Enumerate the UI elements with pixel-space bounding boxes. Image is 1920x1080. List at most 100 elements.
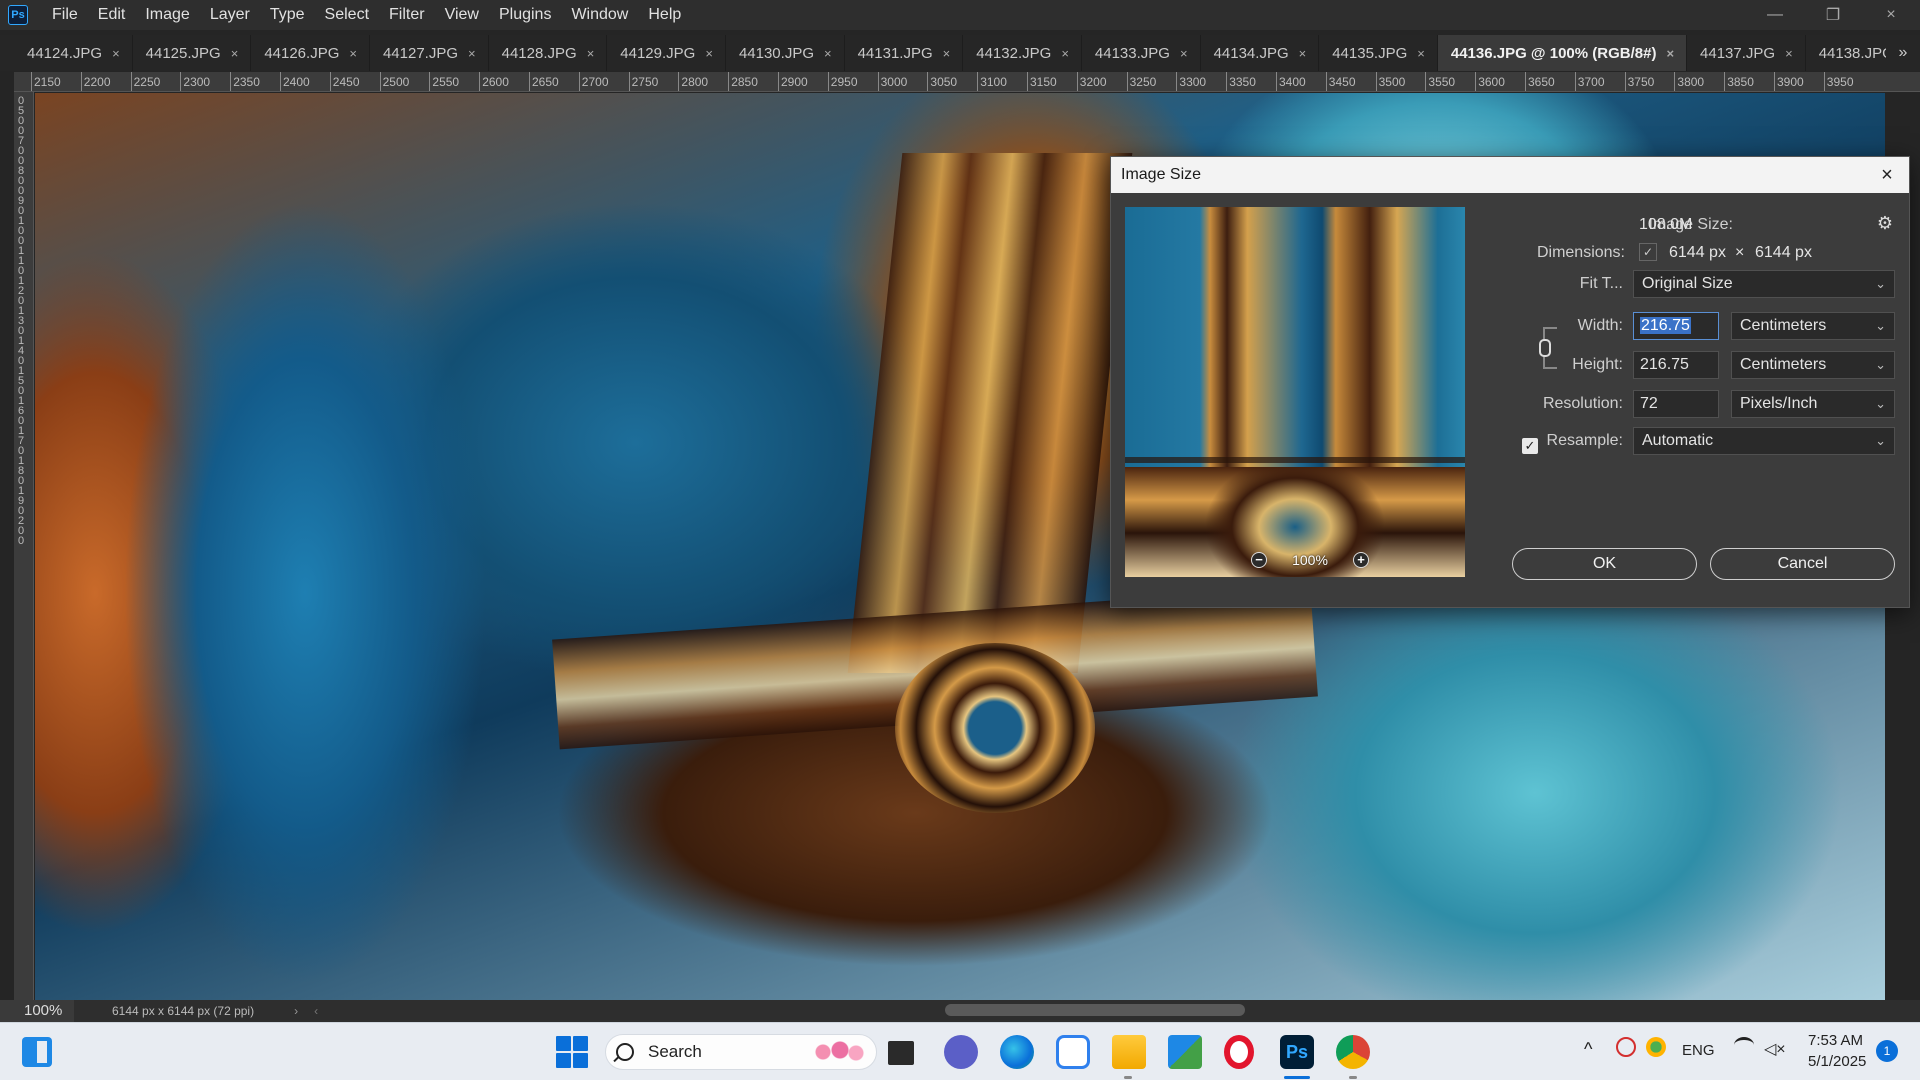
lens-app-icon[interactable] (1056, 1035, 1090, 1069)
ruler-label: 3150 (1030, 75, 1057, 89)
document-tab[interactable]: 44135.JPG × (1319, 35, 1438, 71)
resample-checkbox[interactable]: ✓ (1522, 438, 1538, 454)
menu-file[interactable]: File (42, 0, 88, 30)
resolution-unit-select[interactable]: Pixels/Inch ⌄ (1731, 390, 1895, 418)
teams-meet-icon[interactable] (944, 1035, 978, 1069)
scroll-left-arrow-icon[interactable]: ‹ (314, 1004, 318, 1018)
language-indicator[interactable]: ENG (1682, 1042, 1715, 1059)
width-input[interactable]: 216.75 (1633, 312, 1719, 340)
photoshop-taskbar-icon[interactable]: Ps (1280, 1035, 1314, 1069)
document-tab-active[interactable]: 44136.JPG @ 100% (RGB/8#) × (1437, 35, 1688, 71)
document-tab[interactable]: 44137.JPG × (1687, 35, 1806, 71)
menu-help[interactable]: Help (638, 0, 691, 30)
zoom-out-icon[interactable]: − (1251, 552, 1267, 568)
dialog-title-bar[interactable]: Image Size × (1111, 157, 1909, 193)
edge-browser-icon[interactable] (1000, 1035, 1034, 1069)
tab-close-icon[interactable]: × (824, 46, 832, 61)
maximize-window-icon[interactable]: ❐ (1804, 0, 1862, 30)
tab-close-icon[interactable]: × (705, 46, 713, 61)
document-tab[interactable]: 44127.JPG × (370, 35, 489, 71)
menu-view[interactable]: View (435, 0, 489, 30)
document-tab[interactable]: 44132.JPG × (963, 35, 1082, 71)
tab-close-icon[interactable]: × (1299, 46, 1307, 61)
photoshop-logo-icon[interactable]: Ps (8, 5, 28, 25)
resolution-input[interactable]: 72 (1633, 390, 1719, 418)
cancel-button[interactable]: Cancel (1710, 548, 1895, 580)
tab-close-icon[interactable]: × (1417, 46, 1425, 61)
ruler-tick (927, 72, 929, 91)
menu-type[interactable]: Type (260, 0, 315, 30)
ruler-tick (1574, 72, 1576, 91)
height-input[interactable]: 216.75 (1633, 351, 1719, 379)
document-tab[interactable]: 44129.JPG × (607, 35, 726, 71)
resolution-input-value: 72 (1640, 395, 1658, 412)
chrome-browser-icon[interactable] (1336, 1035, 1370, 1069)
tab-close-icon[interactable]: × (231, 46, 239, 61)
opera-browser-icon[interactable] (1224, 1035, 1254, 1069)
menu-layer[interactable]: Layer (200, 0, 260, 30)
clock-time[interactable]: 7:53 AM (1808, 1032, 1863, 1049)
vpn-tray-icon[interactable] (1616, 1037, 1636, 1057)
document-tab[interactable]: 44130.JPG × (726, 35, 845, 71)
wifi-icon[interactable] (1734, 1037, 1754, 1053)
menu-plugins[interactable]: Plugins (489, 0, 561, 30)
file-explorer-icon[interactable] (1112, 1035, 1146, 1069)
horizontal-scrollbar-thumb[interactable] (945, 1004, 1245, 1016)
ruler-tick (1126, 72, 1128, 91)
security-tray-icon[interactable] (1646, 1037, 1666, 1057)
window-controls: — ❐ × (1746, 0, 1920, 30)
horizontal-ruler[interactable]: 2150 2200 2250 2300 2350 2400 2450 2500 2550 2600… (14, 72, 1920, 92)
height-unit-select[interactable]: Centimeters ⌄ (1731, 351, 1895, 379)
resample-method-select[interactable]: Automatic ⌄ (1633, 427, 1895, 455)
document-tab[interactable]: 44131.JPG × (845, 35, 964, 71)
windows-start-icon[interactable] (556, 1036, 588, 1068)
zoom-level[interactable]: 100% (0, 1000, 74, 1022)
taskbar-search-box[interactable]: Search (605, 1034, 877, 1070)
task-view-icon[interactable] (888, 1041, 914, 1065)
file-explorer-running-indicator (1124, 1076, 1132, 1079)
menu-window[interactable]: Window (561, 0, 638, 30)
document-tab[interactable]: 44133.JPG × (1082, 35, 1201, 71)
tab-close-icon[interactable]: × (1666, 46, 1674, 61)
widgets-icon[interactable] (22, 1037, 52, 1067)
zoom-in-icon[interactable]: + (1353, 552, 1369, 568)
menu-edit[interactable]: Edit (88, 0, 136, 30)
menu-filter[interactable]: Filter (379, 0, 435, 30)
volume-muted-icon[interactable]: ◁× (1764, 1039, 1786, 1059)
status-menu-arrow-icon[interactable]: › (294, 1004, 298, 1018)
gear-icon[interactable]: ⚙ (1877, 213, 1893, 234)
fit-to-select[interactable]: Original Size ⌄ (1633, 270, 1895, 298)
clock-date[interactable]: 5/1/2025 (1808, 1053, 1866, 1070)
document-tab[interactable]: 44126.JPG × (251, 35, 370, 71)
minimize-window-icon[interactable]: — (1746, 0, 1804, 30)
ruler-tick (80, 72, 82, 91)
dimensions-units-dropdown-icon[interactable]: ✓ (1639, 243, 1657, 261)
document-tab[interactable]: 44134.JPG × (1201, 35, 1320, 71)
tray-overflow-chevron-icon[interactable]: ^ (1584, 1039, 1592, 1060)
tab-close-icon[interactable]: × (943, 46, 951, 61)
tab-close-icon[interactable]: × (349, 46, 357, 61)
document-tab[interactable]: 44124.JPG × (14, 35, 133, 71)
canvas-image-gold-band (847, 153, 1133, 673)
close-window-icon[interactable]: × (1862, 0, 1920, 30)
tab-close-icon[interactable]: × (1180, 46, 1188, 61)
width-unit-select[interactable]: Centimeters ⌄ (1731, 312, 1895, 340)
image-preview[interactable]: − 100% + (1125, 207, 1465, 577)
menu-image[interactable]: Image (135, 0, 199, 30)
vertical-ruler[interactable]: 0 5 0 0 7 0 0 8 0 0 9 0 1 0 0 1 1 0 1 2 … (14, 92, 34, 1000)
tab-close-icon[interactable]: × (112, 46, 120, 61)
resolution-unit-value: Pixels/Inch (1740, 395, 1818, 412)
tab-close-icon[interactable]: × (587, 46, 595, 61)
microsoft-store-icon[interactable] (1168, 1035, 1202, 1069)
tab-close-icon[interactable]: × (1785, 46, 1793, 61)
tab-close-icon[interactable]: × (1061, 46, 1069, 61)
document-tab[interactable]: 44125.JPG × (133, 35, 252, 71)
notification-badge[interactable]: 1 (1876, 1040, 1898, 1062)
tab-close-icon[interactable]: × (468, 46, 476, 61)
document-tab[interactable]: 44128.JPG × (489, 35, 608, 71)
ok-button[interactable]: OK (1512, 548, 1697, 580)
menu-select[interactable]: Select (315, 0, 379, 30)
search-highlight-flowers-icon (808, 1038, 868, 1066)
tab-overflow-chevron-icon[interactable]: » (1886, 35, 1920, 71)
dialog-close-icon[interactable]: × (1875, 163, 1899, 187)
